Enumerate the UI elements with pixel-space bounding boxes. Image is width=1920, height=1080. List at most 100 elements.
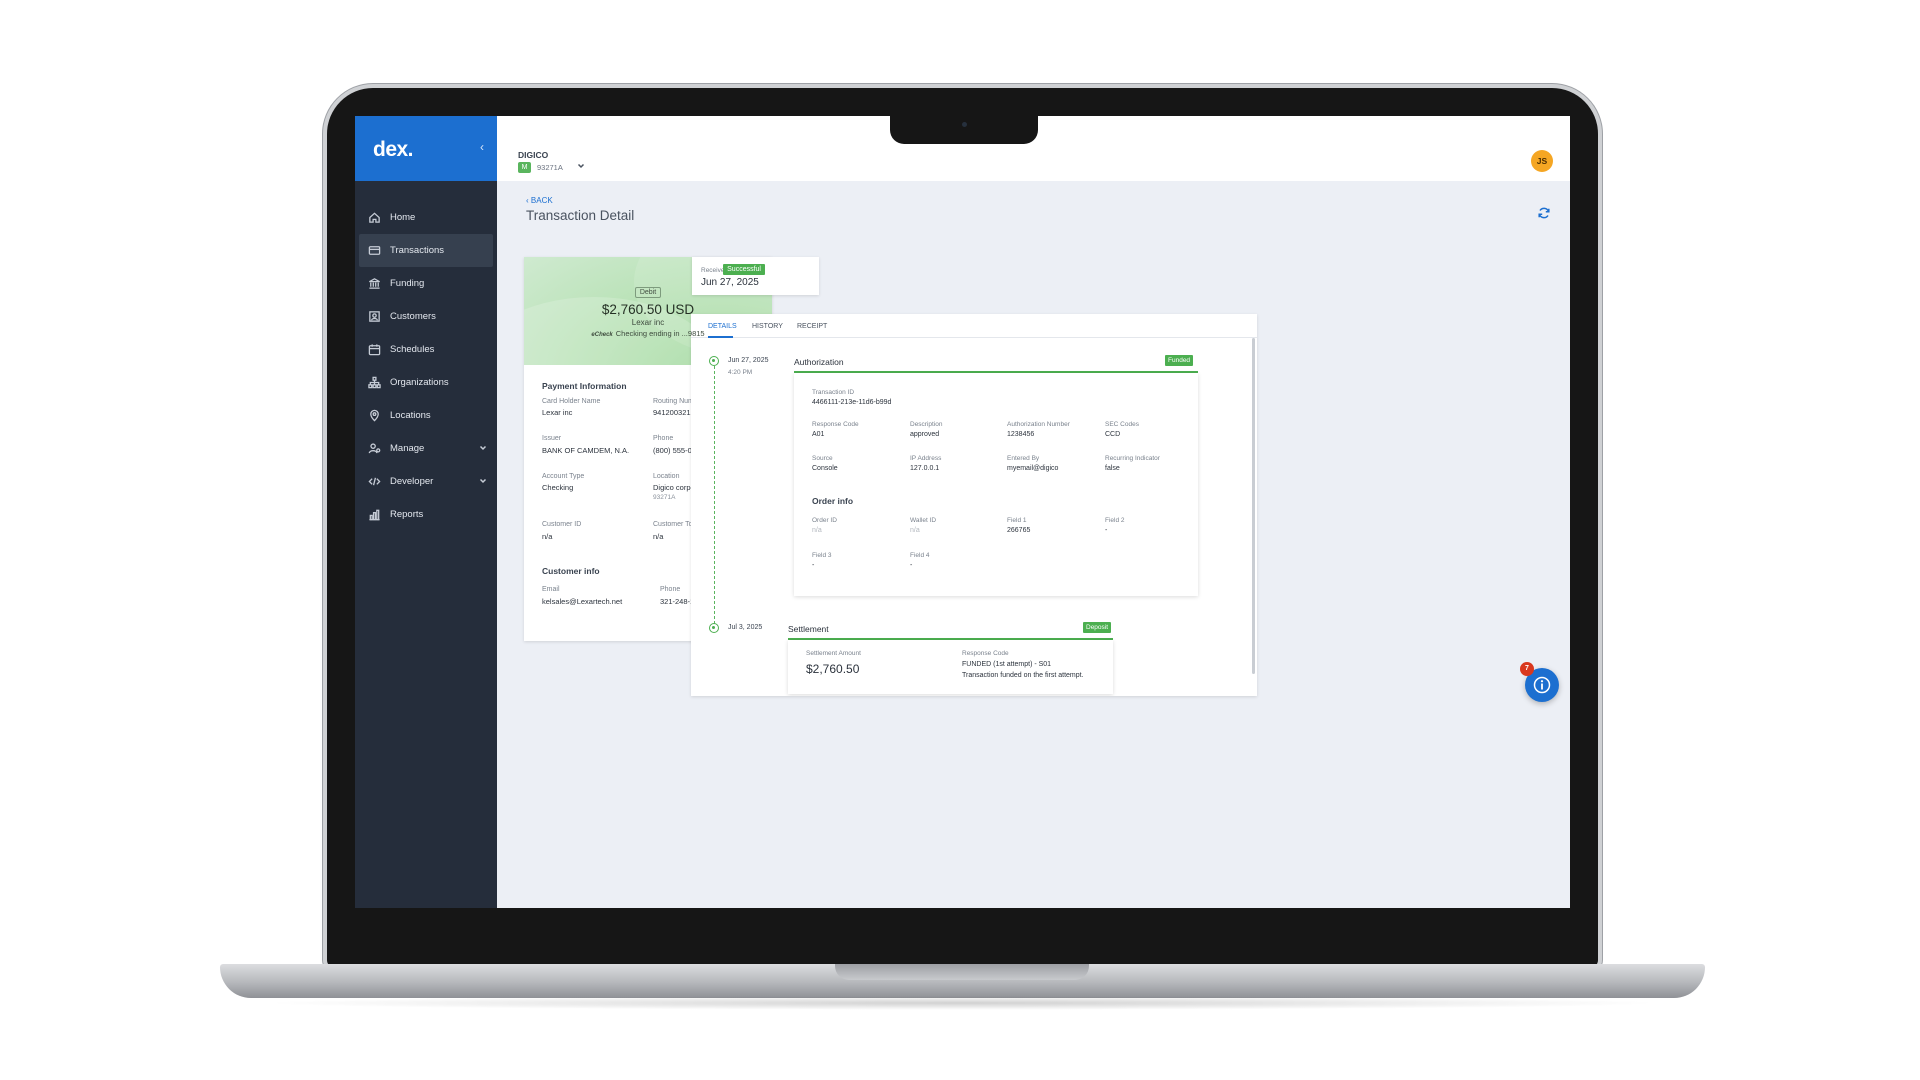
description-value: approved xyxy=(910,431,940,438)
authorization-title: Authorization xyxy=(794,357,844,367)
detail-tabs: Details History Receipt xyxy=(691,314,1257,338)
authorization-detail-card: Transaction ID 4466111-213e-11d6-b99d Re… xyxy=(794,373,1198,596)
authorization-time: 4:20 PM xyxy=(728,369,753,376)
settlement-title: Settlement xyxy=(788,624,829,634)
sidebar-item-label: Reports xyxy=(390,509,424,520)
field1-label: Field 1 xyxy=(1007,517,1027,524)
settlement-amount-label: Settlement Amount xyxy=(806,650,861,657)
response-code-label: Response Code xyxy=(812,421,859,428)
sidebar-nav: Home Transactions Funding Customers Sche… xyxy=(355,201,497,531)
sidebar-item-label: Organizations xyxy=(390,377,449,388)
user-avatar[interactable]: JS xyxy=(1531,150,1553,172)
app-logo[interactable]: dex. xyxy=(373,138,414,162)
sidebar-item-manage[interactable]: Manage xyxy=(355,432,497,465)
sidebar-item-reports[interactable]: Reports xyxy=(355,498,497,531)
chevron-down-icon xyxy=(479,477,487,485)
org-chart-icon xyxy=(367,376,381,390)
sec-codes-label: SEC Codes xyxy=(1105,421,1139,428)
timeline-dot-settlement xyxy=(709,623,719,633)
field3-value: - xyxy=(812,562,815,569)
notification-count-badge: 7 xyxy=(1520,662,1534,676)
sidebar-item-organizations[interactable]: Organizations xyxy=(355,366,497,399)
laptop-base-notch xyxy=(835,964,1089,980)
sidebar-item-home[interactable]: Home xyxy=(355,201,497,234)
location-label: Location xyxy=(653,473,680,480)
card-icon xyxy=(367,244,381,258)
settlement-response-code-label: Response Code xyxy=(962,650,1009,657)
authorization-number-value: 1238456 xyxy=(1007,431,1035,438)
sidebar-item-label: Home xyxy=(390,212,416,223)
timeline-line xyxy=(714,361,715,629)
sidebar-item-developer[interactable]: Developer xyxy=(355,465,497,498)
sidebar-item-transactions[interactable]: Transactions xyxy=(359,234,493,267)
recurring-indicator-label: Recurring Indicator xyxy=(1105,455,1160,462)
code-icon xyxy=(367,475,381,489)
customer-info-title: Customer info xyxy=(542,566,600,576)
org-switcher-chevron-icon[interactable] xyxy=(577,157,585,169)
customers-icon xyxy=(367,310,381,324)
order-info-title: Order info xyxy=(812,496,854,506)
customer-token-value: n/a xyxy=(653,532,664,541)
page-title: Transaction Detail xyxy=(526,208,635,223)
customer-id-value: n/a xyxy=(542,532,553,541)
order-id-value: n/a xyxy=(812,527,822,534)
field2-value: - xyxy=(1105,527,1108,534)
authorization-date: Jun 27, 2025 xyxy=(728,357,769,364)
sidebar-item-label: Manage xyxy=(390,443,425,454)
field4-label: Field 4 xyxy=(910,552,930,559)
issuer-phone-label: Phone xyxy=(653,435,674,442)
screen-notch xyxy=(890,116,1038,144)
home-icon xyxy=(367,211,381,225)
wallet-id-label: Wallet ID xyxy=(910,517,937,524)
payment-info-title: Payment Information xyxy=(542,381,627,391)
issuer-value: BANK OF CAMDEM, N.A. xyxy=(542,446,630,455)
sidebar-item-label: Transactions xyxy=(390,245,445,256)
receiver-effective-value: Jun 27, 2025 xyxy=(701,277,759,288)
calendar-icon xyxy=(367,343,381,357)
settlement-amount-value: $2,760.50 xyxy=(806,662,860,676)
field4-value: - xyxy=(910,562,913,569)
deposit-badge: Deposit xyxy=(1083,622,1112,633)
sidebar-item-schedules[interactable]: Schedules xyxy=(355,333,497,366)
back-link[interactable]: ‹ Back xyxy=(526,196,553,205)
authorization-number-label: Authorization Number xyxy=(1007,421,1070,428)
sidebar-item-label: Funding xyxy=(390,278,425,289)
refresh-icon[interactable] xyxy=(1537,206,1551,220)
transaction-id-value: 4466111-213e-11d6-b99d xyxy=(812,399,892,406)
receiver-effective-card: Receiver Effective Jun 27, 2025 xyxy=(692,257,819,295)
customer-email-label: Email xyxy=(542,586,560,593)
sidebar-item-locations[interactable]: Locations xyxy=(355,399,497,432)
back-label: Back xyxy=(530,196,553,205)
transaction-type-badge: Debit xyxy=(634,287,662,298)
recurring-indicator-value: false xyxy=(1105,465,1120,472)
bar-chart-icon xyxy=(367,508,381,522)
field2-label: Field 2 xyxy=(1105,517,1125,524)
response-code-value: A01 xyxy=(812,431,825,438)
org-merchant-badge: M xyxy=(518,162,531,173)
merchant-name: Lexar inc xyxy=(631,318,665,327)
camera-icon xyxy=(962,122,967,127)
customer-email-value[interactable]: kelsales@Lexartech.net xyxy=(542,597,622,606)
sidebar-item-customers[interactable]: Customers xyxy=(355,300,497,333)
funded-badge: Funded xyxy=(1165,355,1194,366)
entered-by-label: Entered By xyxy=(1007,455,1040,462)
chevron-down-icon xyxy=(479,444,487,452)
collapse-sidebar-icon[interactable]: ‹ xyxy=(480,140,484,154)
bank-icon xyxy=(367,277,381,291)
panel-scrollbar[interactable] xyxy=(1252,338,1255,674)
echeck-logo: eCheck xyxy=(591,332,613,338)
manage-users-icon xyxy=(367,442,381,456)
account-type-label: Account Type xyxy=(542,473,585,480)
info-icon xyxy=(1533,676,1551,694)
transaction-detail-panel: Details History Receipt Jun 27, 2025 4:2… xyxy=(691,314,1257,696)
status-badge: Successful xyxy=(723,264,765,275)
app-screen: dex. ‹ Home Transactions Funding Custome… xyxy=(355,116,1570,908)
account-ending: Checking ending in ...9815 xyxy=(615,329,705,338)
tab-receipt[interactable]: Receipt xyxy=(797,323,827,330)
sidebar-item-funding[interactable]: Funding xyxy=(355,267,497,300)
org-name[interactable]: DIGICO xyxy=(518,150,548,160)
location-code: 93271A xyxy=(653,494,676,501)
location-pin-icon xyxy=(367,409,381,423)
sidebar-item-label: Customers xyxy=(390,311,436,322)
issuer-label: Issuer xyxy=(542,435,562,442)
